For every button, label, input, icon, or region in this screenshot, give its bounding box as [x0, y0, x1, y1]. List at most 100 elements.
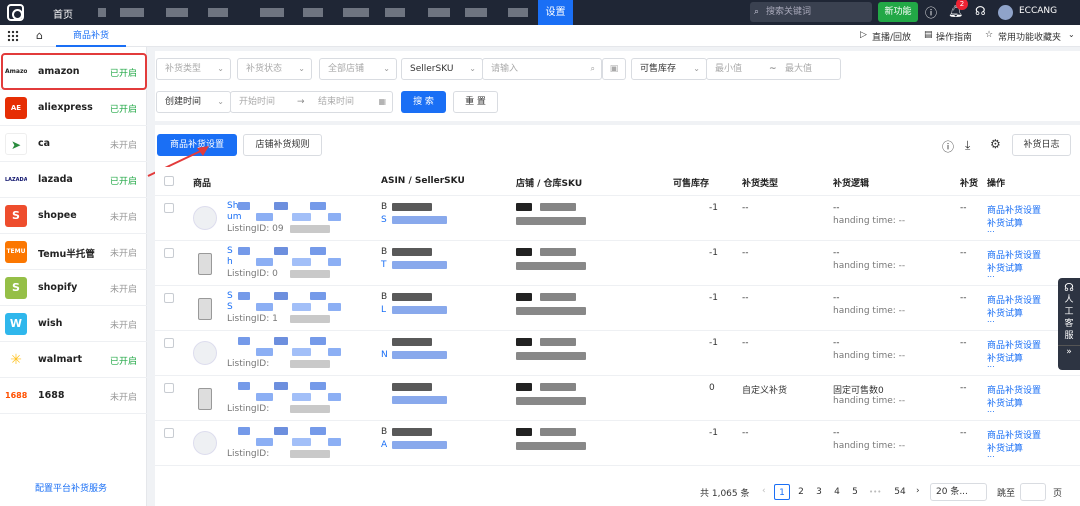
guide-link[interactable]: 操作指南: [936, 30, 972, 43]
product-title[interactable]: S: [227, 246, 233, 256]
headset-icon[interactable]: ☊: [975, 4, 986, 18]
nav-item-redacted[interactable]: [508, 8, 528, 17]
gear-icon[interactable]: ⚙: [990, 137, 1001, 151]
nav-settings[interactable]: 设置: [538, 0, 573, 25]
nav-item-redacted[interactable]: [303, 8, 323, 17]
replenish-log-button[interactable]: 补货日志: [1012, 134, 1071, 156]
platform-item-wish[interactable]: W wish 未开启: [0, 306, 147, 342]
platform-item-shopee[interactable]: S shopee 未开启: [0, 198, 147, 234]
seller-sku[interactable]: N: [381, 350, 388, 360]
product-title[interactable]: Sh: [227, 201, 238, 211]
page-size-select[interactable]: 20 条...: [930, 483, 987, 501]
product-title[interactable]: S: [227, 291, 233, 301]
stock-range-input[interactable]: 最小值 ~ 最大值: [706, 58, 841, 80]
store-select[interactable]: 全部店铺 ⌄: [319, 58, 397, 80]
global-search-input[interactable]: ⌕ 搜索关键词: [750, 2, 872, 22]
favorites-menu[interactable]: 常用功能收藏夹: [998, 30, 1061, 43]
product-title-line2[interactable]: h: [227, 257, 233, 267]
seller-sku[interactable]: L: [381, 305, 386, 315]
product-settings-link[interactable]: 商品补货设置: [987, 248, 1041, 261]
platform-item-aliexpress[interactable]: AE aliexpress 已开启: [0, 90, 147, 126]
row-checkbox[interactable]: [164, 293, 174, 303]
page-5[interactable]: 5: [847, 484, 863, 500]
sku-search-input[interactable]: 请输入 ⌕: [482, 58, 602, 80]
config-platform-service-link[interactable]: 配置平台补货服务: [35, 481, 107, 494]
page-3[interactable]: 3: [811, 484, 827, 500]
platform-item-temu[interactable]: TEMU Temu半托管 未开启: [0, 234, 147, 270]
new-features-button[interactable]: 新功能: [878, 2, 918, 22]
nav-item-redacted[interactable]: [166, 8, 188, 17]
live-replay-link[interactable]: 直播/回放: [872, 30, 911, 43]
nav-home[interactable]: 首页: [53, 6, 73, 21]
select-all-checkbox[interactable]: [164, 176, 174, 186]
more-ops-link[interactable]: ...: [987, 450, 995, 459]
page-2[interactable]: 2: [793, 484, 809, 500]
stock-field-select[interactable]: 可售库存 ⌄: [631, 58, 707, 80]
page-last[interactable]: 54: [891, 484, 909, 500]
row-checkbox[interactable]: [164, 203, 174, 213]
platform-item-shopify[interactable]: S shopify 未开启: [0, 270, 147, 306]
more-ops-link[interactable]: ...: [987, 315, 995, 324]
platform-item-lazada[interactable]: LAZADA lazada 已开启: [0, 162, 147, 198]
next-page-button[interactable]: ›: [916, 486, 920, 496]
more-ops-link[interactable]: ...: [987, 225, 995, 234]
nav-item-redacted[interactable]: [385, 8, 405, 17]
row-checkbox[interactable]: [164, 383, 174, 393]
doc-icon[interactable]: ▤: [924, 30, 933, 40]
batch-input-icon[interactable]: ▣: [602, 58, 626, 80]
nav-item-redacted[interactable]: [208, 8, 228, 17]
play-icon[interactable]: ▷: [860, 30, 867, 40]
platform-item-walmart[interactable]: ✳ walmart 已开启: [0, 342, 147, 378]
nav-item-redacted[interactable]: [260, 8, 284, 17]
expand-icon[interactable]: »: [1058, 345, 1080, 358]
chevron-down-icon[interactable]: ⌄: [1068, 30, 1075, 39]
product-settings-link[interactable]: 商品补货设置: [987, 203, 1041, 216]
more-ops-link[interactable]: ...: [987, 270, 995, 279]
info-icon[interactable]: ⓘ: [942, 138, 954, 155]
product-settings-link[interactable]: 商品补货设置: [987, 383, 1041, 396]
product-settings-link[interactable]: 商品补货设置: [987, 428, 1041, 441]
avatar[interactable]: [998, 5, 1013, 20]
nav-item-redacted[interactable]: [465, 8, 487, 17]
product-title-line2[interactable]: S: [227, 302, 233, 312]
sku-type-select[interactable]: SellerSKU ⌄: [401, 58, 483, 80]
page-4[interactable]: 4: [829, 484, 845, 500]
tab-product-replenish[interactable]: 商品补货: [56, 25, 126, 47]
platform-item-ca[interactable]: ➤ ca 未开启: [0, 126, 147, 162]
star-icon[interactable]: ☆: [985, 30, 993, 40]
row-checkbox[interactable]: [164, 338, 174, 348]
platform-item-1688[interactable]: 1688 1688 未开启: [0, 378, 147, 414]
reset-button[interactable]: 重 置: [453, 91, 498, 113]
app-logo[interactable]: [7, 4, 24, 21]
time-type-select[interactable]: 创建时间 ⌄: [156, 91, 231, 113]
more-ops-link[interactable]: ...: [987, 360, 995, 369]
username[interactable]: ECCANG: [1019, 6, 1057, 16]
seller-sku[interactable]: S: [381, 215, 387, 225]
more-ops-link[interactable]: ...: [987, 405, 995, 414]
product-settings-link[interactable]: 商品补货设置: [987, 293, 1041, 306]
seller-sku[interactable]: A: [381, 440, 387, 450]
row-checkbox[interactable]: [164, 428, 174, 438]
goto-page-input[interactable]: [1020, 483, 1046, 501]
replenish-status-select[interactable]: 补货状态 ⌄: [237, 58, 312, 80]
app-grid-icon[interactable]: [7, 30, 19, 42]
page-1[interactable]: 1: [774, 484, 790, 500]
download-icon[interactable]: ⤓: [965, 138, 970, 153]
date-range-picker[interactable]: 开始时间 → 结束时间 ▦: [230, 91, 393, 113]
home-icon[interactable]: ⌂: [36, 29, 43, 42]
replenish-type-select[interactable]: 补货类型 ⌄: [156, 58, 231, 80]
nav-item-redacted[interactable]: [98, 8, 106, 17]
store-replenish-rules-button[interactable]: 店铺补货规则: [243, 134, 322, 156]
info-icon[interactable]: ⓘ: [925, 4, 937, 21]
seller-sku[interactable]: T: [381, 260, 387, 270]
nav-item-redacted[interactable]: [428, 8, 450, 17]
product-title-line2[interactable]: um: [227, 212, 241, 222]
nav-item-redacted[interactable]: [120, 8, 144, 17]
page-ellipsis[interactable]: •••: [869, 488, 881, 496]
prev-page-button[interactable]: ‹: [762, 486, 766, 496]
search-button[interactable]: 搜 索: [401, 91, 446, 113]
product-settings-link[interactable]: 商品补货设置: [987, 338, 1041, 351]
nav-item-redacted[interactable]: [343, 8, 369, 17]
customer-service-float[interactable]: ☊ 人工客服 »: [1058, 278, 1080, 370]
row-checkbox[interactable]: [164, 248, 174, 258]
